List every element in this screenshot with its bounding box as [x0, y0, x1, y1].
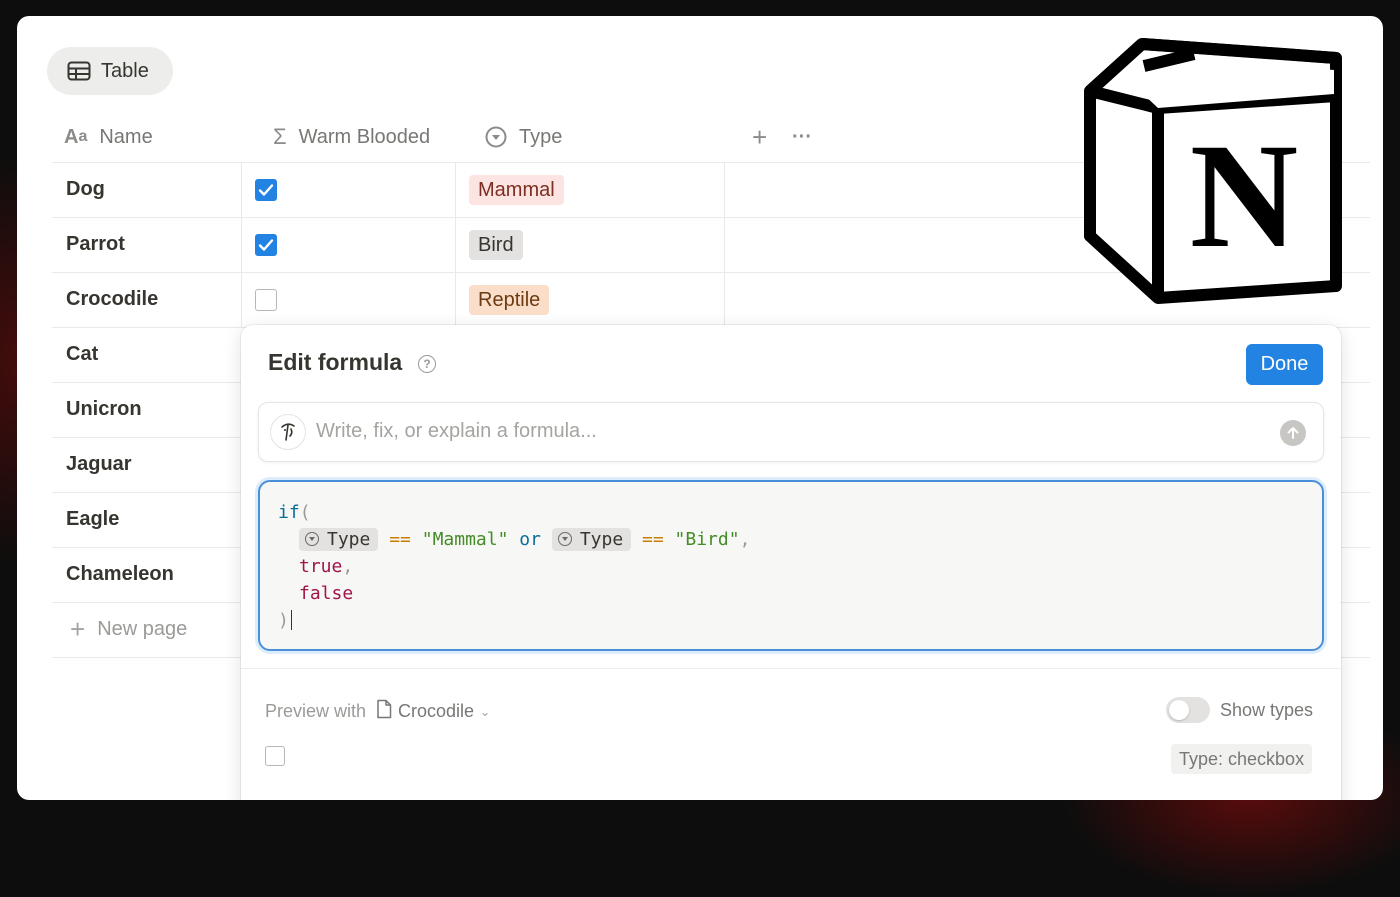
type-cell[interactable]: Bird: [469, 217, 523, 272]
plus-icon: +: [752, 121, 768, 152]
select-icon: [557, 532, 572, 546]
more-icon: ···: [792, 125, 812, 148]
row-name[interactable]: Jaguar: [66, 437, 132, 492]
column-header-type[interactable]: Type: [485, 112, 562, 162]
add-column-button[interactable]: +: [752, 112, 767, 162]
toggle-switch[interactable]: [1166, 697, 1210, 723]
help-icon[interactable]: ?: [418, 355, 436, 373]
send-arrow-icon[interactable]: [1280, 420, 1306, 446]
property-token-type[interactable]: Type: [299, 527, 379, 551]
new-page-label: New page: [97, 618, 188, 640]
chevron-down-icon: ⌄: [480, 704, 491, 719]
column-header-warm-blooded[interactable]: Σ Warm Blooded: [273, 112, 430, 162]
row-name[interactable]: Cat: [66, 327, 98, 382]
property-token-type[interactable]: Type: [551, 527, 632, 551]
ai-face-icon: [270, 414, 306, 450]
preview-with: Preview with Crocodile ⌄: [265, 699, 490, 724]
preview-result-checkbox: [265, 746, 285, 766]
view-tab-label: Table: [101, 59, 149, 82]
done-button[interactable]: Done: [1246, 344, 1323, 385]
view-tab-table[interactable]: Table: [47, 47, 173, 95]
divider: [241, 668, 1341, 669]
formula-code-editor[interactable]: if( Type == "Mammal" or Type == "Bird", …: [258, 480, 1324, 651]
code-line: if(: [278, 501, 311, 523]
more-options-button[interactable]: ···: [792, 112, 812, 162]
type-tag: Bird: [469, 229, 523, 260]
column-header-name[interactable]: Aa Name: [64, 112, 153, 162]
type-cell[interactable]: Mammal: [469, 162, 564, 217]
sigma-icon: Σ: [273, 124, 287, 149]
row-name[interactable]: Unicron: [66, 382, 142, 437]
warm-blooded-checkbox[interactable]: [255, 217, 277, 272]
type-tag: Mammal: [469, 174, 564, 205]
warm-blooded-checkbox[interactable]: [255, 272, 277, 327]
preview-page-selector[interactable]: Crocodile ⌄: [376, 699, 490, 724]
row-name[interactable]: Crocodile: [66, 272, 158, 327]
text-aa-icon: Aa: [64, 125, 88, 148]
popup-title: Edit formula: [268, 349, 403, 375]
warm-blooded-checkbox[interactable]: [255, 162, 277, 217]
plus-icon: +: [70, 614, 86, 644]
formula-editor-popup: Edit formula ? Done Write, fix, or expla…: [241, 325, 1341, 800]
row-name[interactable]: Parrot: [66, 217, 125, 272]
show-types-toggle[interactable]: Show types: [1166, 697, 1313, 723]
code-line: ): [278, 607, 292, 633]
notion-window: Table Aa Name Σ Warm Blooded Type + ··· …: [17, 16, 1383, 800]
text-cursor: [290, 610, 292, 630]
ai-prompt-placeholder: Write, fix, or explain a formula...: [316, 420, 597, 442]
table-icon: [67, 61, 91, 81]
row-name[interactable]: Eagle: [66, 492, 119, 547]
type-tag: Reptile: [469, 284, 550, 315]
select-icon: [305, 532, 319, 546]
code-line: true,: [299, 555, 354, 577]
ai-prompt-input[interactable]: Write, fix, or explain a formula...: [258, 402, 1324, 462]
type-cell[interactable]: Reptile: [469, 272, 550, 327]
result-type-badge: Type: checkbox: [1171, 744, 1313, 774]
notion-logo: N: [1084, 36, 1344, 306]
row-name[interactable]: Dog: [66, 162, 105, 217]
select-icon: [485, 126, 507, 148]
code-line: Type == "Mammal" or Type == "Bird",: [299, 526, 750, 552]
row-name[interactable]: Chameleon: [66, 547, 174, 602]
page-icon: [376, 699, 392, 724]
svg-text:N: N: [1190, 113, 1298, 279]
code-line: false: [299, 582, 354, 604]
